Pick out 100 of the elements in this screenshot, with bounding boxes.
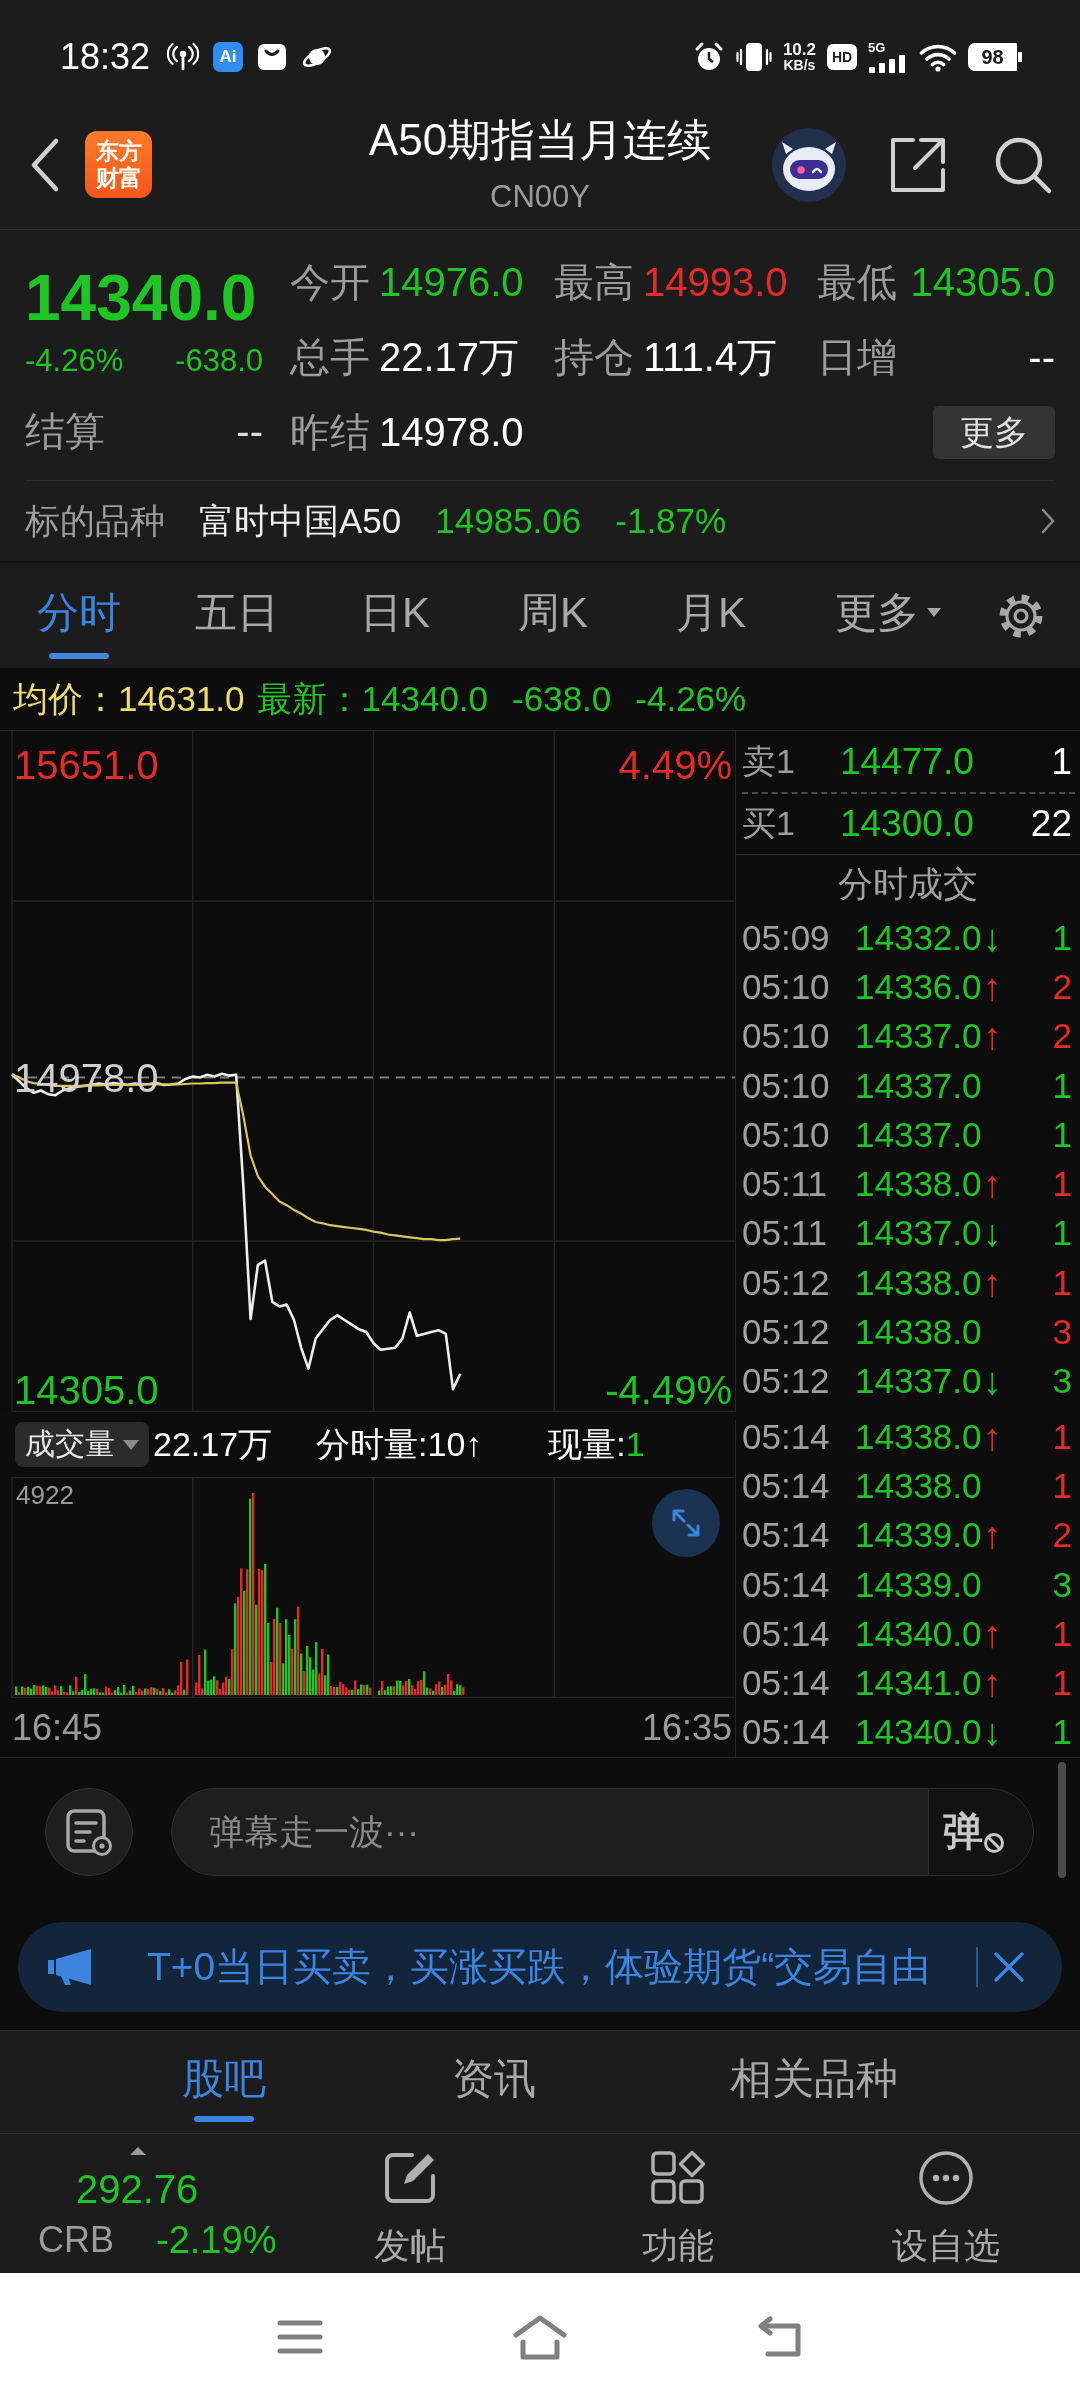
average-price-label: 均价： <box>13 677 118 720</box>
page-title: A50期指当月连续 <box>368 114 712 166</box>
trade-direction-arrow: ↑ <box>982 1613 1002 1654</box>
ai-app-badge: Ai <box>213 42 244 72</box>
trade-price: 14337.0 <box>855 1016 982 1057</box>
more-icon <box>918 2150 974 2206</box>
home-icon[interactable] <box>511 2313 569 2360</box>
trade-time: 05:10 <box>742 1114 831 1155</box>
chart-tab[interactable]: 周K <box>474 563 632 668</box>
trade-time: 05:10 <box>742 1065 831 1106</box>
chart-tab[interactable]: 月K <box>632 563 790 668</box>
section-tab[interactable]: 股吧 <box>164 2031 284 2133</box>
vibrate-icon <box>735 41 772 73</box>
order-level-label: 买1 <box>742 803 796 844</box>
trade-volume: 2 <box>1052 1016 1072 1057</box>
stat-label: 今开 <box>290 259 370 306</box>
radio-signal-icon <box>167 43 200 71</box>
prohibited-icon <box>983 1831 1005 1854</box>
stat-label: 持仓 <box>554 334 634 381</box>
underlying-label: 标的品种 <box>25 499 165 542</box>
settlement-label: 结算 <box>25 407 105 455</box>
share-icon[interactable] <box>889 135 947 194</box>
apps-icon <box>650 2150 706 2206</box>
chevron-right-icon[interactable] <box>1041 508 1055 534</box>
trade-time: 05:10 <box>742 1016 831 1057</box>
edit-icon <box>382 2150 438 2206</box>
megaphone-icon <box>47 1948 93 1986</box>
trade-volume: 1 <box>1052 1065 1072 1106</box>
trade-price: 14338.0 <box>855 1465 982 1506</box>
contract-code: CN00Y <box>490 178 590 216</box>
stat-value: 14978.0 <box>379 410 524 455</box>
chart-tab[interactable]: 日K <box>316 563 474 668</box>
trade-price: 14339.0 <box>855 1515 982 1556</box>
trade-time: 05:14 <box>742 1416 831 1457</box>
chart-tab[interactable]: 更多 <box>790 563 986 668</box>
trade-time: 05:14 <box>742 1564 831 1605</box>
trade-volume: 1 <box>1052 1663 1072 1704</box>
stat-label: 昨结 <box>290 409 370 456</box>
stat-value: 14993.0 <box>643 260 788 305</box>
trade-time: 05:14 <box>742 1515 831 1556</box>
trade-time: 05:14 <box>742 1465 831 1506</box>
percent-change: -4.26% <box>635 679 747 719</box>
trade-price: 14336.0 <box>855 966 982 1007</box>
trade-volume: 3 <box>1052 1564 1072 1605</box>
order-quantity: 1 <box>1051 740 1072 783</box>
trade-volume: 3 <box>1052 1361 1072 1402</box>
more-button[interactable]: 更多 <box>933 406 1055 459</box>
menu-icon[interactable] <box>277 2318 323 2355</box>
robot-mascot-icon[interactable] <box>771 126 847 203</box>
trade-time: 05:12 <box>742 1361 831 1402</box>
settlement-value: -- <box>236 408 263 454</box>
danmaku-toggle-button[interactable]: 弹 <box>928 1787 1034 1876</box>
stat-value: 14976.0 <box>379 260 524 305</box>
section-tab[interactable]: 资讯 <box>434 2031 554 2133</box>
trade-price: 14332.0 <box>855 917 982 958</box>
stat-label: 最高 <box>554 259 634 306</box>
latest-price-value: 14340.0 <box>361 679 489 719</box>
current-volume: 1 <box>625 1425 645 1464</box>
signal-bars-icon <box>868 55 908 73</box>
price-change: -638.0 <box>512 679 612 719</box>
close-icon <box>993 1951 1025 1983</box>
app-logo: 东方 财富 <box>85 131 152 198</box>
toolbar-button[interactable]: 发帖 <box>310 2134 510 2273</box>
close-button[interactable] <box>976 1947 1025 1987</box>
stat-value: 22.17万 <box>379 334 520 381</box>
stat-label: 最低 <box>817 259 897 306</box>
stat-value: 14305.0 <box>910 260 1055 305</box>
section-tab[interactable]: 相关品种 <box>729 2031 899 2133</box>
minute-volume: 分时量:10↑ <box>316 1423 483 1465</box>
banner-text: T+0当日买卖，买涨买跌，体验期货“交易自由 <box>147 1944 931 1990</box>
trade-volume: 1 <box>1052 1164 1072 1205</box>
average-price-value: 14631.0 <box>118 679 245 719</box>
trade-time: 05:14 <box>742 1663 831 1704</box>
chart-tab[interactable]: 分时 <box>0 563 158 668</box>
toolbar-button[interactable]: 设自选 <box>846 2134 1046 2273</box>
ticker-change: -2.19% <box>156 2218 277 2262</box>
price-axis-label: 14305.0 <box>14 1367 159 1414</box>
session-time-label: 16:45 <box>12 1706 103 1749</box>
toolbar-button[interactable]: 功能 <box>578 2134 778 2273</box>
danmaku-input-field[interactable]: 弹幕走一波··· <box>171 1787 928 1876</box>
trade-direction-arrow: ↓ <box>982 1213 1002 1254</box>
trade-time: 05:12 <box>742 1312 831 1352</box>
volume-selector[interactable]: 成交量 <box>15 1422 149 1467</box>
caret-up-icon[interactable] <box>130 2147 146 2155</box>
trade-direction-arrow: ↑ <box>982 1416 1002 1457</box>
wifi-icon <box>919 42 957 72</box>
trade-volume: 2 <box>1052 966 1072 1007</box>
trade-time: 05:10 <box>742 966 831 1007</box>
trade-volume: 1 <box>1052 1262 1072 1303</box>
caret-down-icon <box>123 1439 139 1450</box>
underlying-name: 富时中国A50 <box>199 499 402 542</box>
promo-banner[interactable]: T+0当日买卖，买涨买跌，体验期货“交易自由 <box>18 1922 1062 2012</box>
trade-volume: 1 <box>1052 1114 1072 1155</box>
trade-direction-arrow: ↑ <box>982 1515 1002 1556</box>
toolbar-label: 发帖 <box>374 2224 446 2268</box>
trade-direction-arrow: ↑ <box>982 1663 1002 1704</box>
return-icon[interactable] <box>756 2315 804 2358</box>
trade-price: 14339.0 <box>855 1564 982 1605</box>
chart-tab[interactable]: 五日 <box>158 563 316 668</box>
current-volume-label: 现量: <box>548 1423 626 1465</box>
